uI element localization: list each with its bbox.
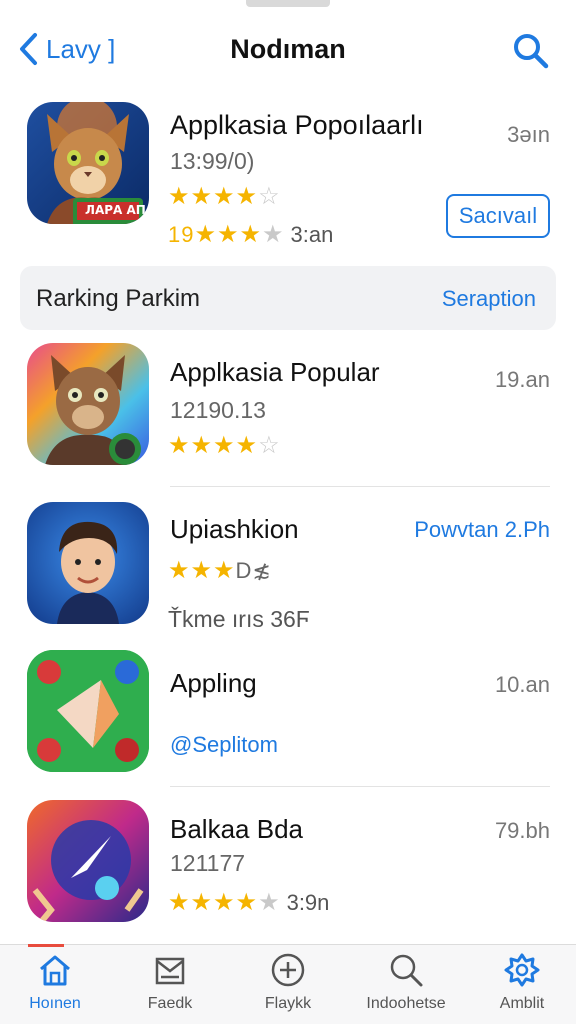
section-see-all-link[interactable]: Seraption bbox=[442, 286, 536, 312]
app-name: Applkasia Popular bbox=[170, 357, 380, 387]
app-icon-compass bbox=[27, 800, 149, 922]
app-icon-avatar bbox=[27, 502, 149, 624]
search-icon bbox=[390, 954, 423, 987]
settings-icon bbox=[504, 953, 540, 987]
tab-search[interactable]: Indoohetse bbox=[356, 951, 456, 1013]
home-icon bbox=[40, 955, 70, 986]
app-time: 79.bh bbox=[494, 818, 550, 843]
tab-feed[interactable]: Faedk bbox=[120, 951, 220, 1013]
featured-app-sub: 13:99/0) bbox=[170, 148, 255, 174]
tab-settings[interactable]: Amblit bbox=[472, 951, 572, 1013]
tab-bar: Hoınen Faedk Flaykk Indoohetse Amblit bbox=[0, 944, 576, 1024]
app-name: Balkaa Bda bbox=[170, 814, 303, 844]
star-rating: ★★★★☆ bbox=[168, 432, 281, 459]
app-time: 10.an bbox=[494, 672, 550, 697]
icon-badge-text: ЛΑΡΑ ΑΠ bbox=[85, 203, 146, 217]
star-rating: ★★★★★ 3:9n bbox=[168, 889, 330, 916]
app-name: Upiashkion bbox=[170, 514, 299, 544]
tab-indicator bbox=[28, 944, 64, 947]
app-sub: 121177 bbox=[170, 850, 246, 876]
tab-home[interactable]: Hoınen bbox=[5, 951, 105, 1013]
search-icon[interactable] bbox=[512, 32, 550, 70]
featured-app-name: Applkasia Popoılaarlı bbox=[170, 110, 424, 140]
tab-label: Hoınen bbox=[29, 995, 81, 1012]
row-divider bbox=[170, 486, 550, 487]
featured-rating-row: 19★★★★ 3:an bbox=[168, 221, 334, 248]
tab-label: Amblit bbox=[499, 995, 545, 1012]
app-icon-cat: ЛΑΡΑ ΑΠ bbox=[27, 102, 149, 224]
featured-app-time: 3əın bbox=[507, 122, 550, 147]
app-name: Appling bbox=[170, 668, 257, 698]
tab-label: Faedk bbox=[147, 995, 193, 1012]
inbox-icon bbox=[155, 957, 185, 985]
featured-app-row[interactable]: ЛΑΡΑ ΑΠ Applkasia Popoılaarlı 13:99/0) 3… bbox=[0, 100, 576, 250]
rating-extra: 3:9n bbox=[286, 890, 330, 915]
app-icon-games bbox=[27, 650, 149, 772]
row-divider bbox=[170, 786, 550, 787]
app-sub: Ťkme ırıs 36Ϝ bbox=[168, 606, 310, 632]
section-title: Rarking Parkim bbox=[36, 285, 201, 312]
tab-label: Flaykk bbox=[264, 995, 312, 1012]
featured-rating-text: 19 bbox=[168, 222, 195, 247]
tab-play[interactable]: Flaykk bbox=[238, 951, 338, 1013]
app-row[interactable]: Balkaa Bda 121177 79.bh ★★★★★ 3:9n bbox=[0, 800, 576, 930]
plus-circle-icon bbox=[271, 953, 305, 987]
featured-get-button[interactable]: Sacıvaıl bbox=[446, 194, 550, 238]
app-row[interactable]: Upiashkion Powvtan 2.Ph ★★★D≴ Ťkme ırıs … bbox=[0, 502, 576, 632]
section-header: Rarking Parkim Seraption bbox=[20, 266, 556, 330]
app-time: 19.an bbox=[494, 367, 550, 392]
app-row[interactable]: Applkasia Popular 12190.13 19.an ★★★★☆ bbox=[0, 343, 576, 483]
featured-rating-extra: 3:an bbox=[290, 222, 334, 247]
stars-text: D≴ bbox=[235, 558, 272, 583]
app-icon-colorful-cat bbox=[27, 343, 149, 465]
tab-label: Indoohetse bbox=[366, 995, 446, 1012]
star-rating: ★★★D≴ bbox=[168, 557, 272, 584]
navigation-bar: Lavy ] Nodıman bbox=[0, 20, 576, 84]
app-row[interactable]: Appling 10.an @Seplitom bbox=[0, 650, 576, 780]
app-link[interactable]: @Seplitom bbox=[170, 732, 278, 758]
app-link[interactable]: Powvtan 2.Ph bbox=[414, 517, 550, 543]
sheet-grabber[interactable] bbox=[246, 0, 330, 7]
app-sub: 12190.13 bbox=[170, 397, 266, 423]
page-title: Nodıman bbox=[230, 34, 346, 64]
featured-star-rating: ★★★★☆ bbox=[168, 183, 281, 210]
